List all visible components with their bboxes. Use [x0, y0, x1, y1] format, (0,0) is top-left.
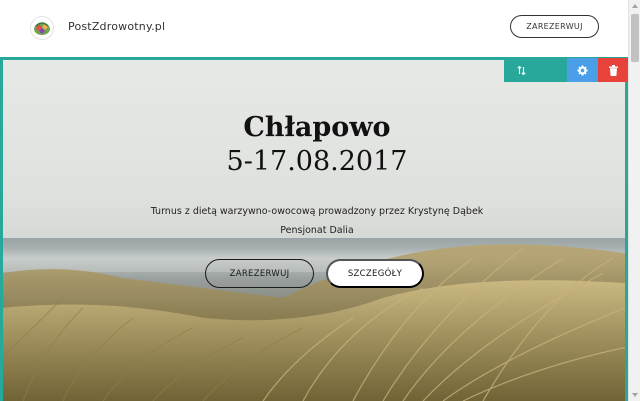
- scroll-up-arrow-icon[interactable]: [629, 0, 640, 12]
- hero-description-line: Turnus z dietą warzywno-owocową prowadzo…: [150, 206, 484, 217]
- hero-section: Chłapowo 5-17.08.2017 Turnus z dietą war…: [0, 57, 628, 401]
- brand-logo[interactable]: [30, 16, 54, 40]
- hero-dates: 5-17.08.2017: [226, 146, 408, 177]
- hero-details-button[interactable]: SZCZEGÓŁY: [326, 259, 424, 288]
- scrollbar-thumb[interactable]: [631, 14, 639, 62]
- hero-location: Pensjonat Dalia: [280, 225, 354, 236]
- header-reserve-button[interactable]: ZAREZERWUJ: [510, 15, 599, 38]
- move-vertical-icon: [517, 65, 526, 75]
- brand-name[interactable]: PostZdrowotny.pl: [68, 20, 165, 33]
- vertical-scrollbar[interactable]: [628, 0, 640, 401]
- move-section-button[interactable]: [504, 58, 567, 82]
- hero-reserve-button[interactable]: ZAREZERWUJ: [205, 259, 314, 288]
- gear-icon: [577, 64, 588, 76]
- section-settings-button[interactable]: [567, 58, 598, 82]
- hero-description: Turnus z dietą warzywno-owocową prowadzo…: [3, 202, 625, 240]
- vegetables-logo-icon: [34, 22, 50, 35]
- trash-icon: [608, 64, 618, 76]
- scroll-down-arrow-icon[interactable]: [629, 389, 640, 401]
- hero-title: Chłapowo: [243, 112, 391, 143]
- section-edit-toolbar: [504, 58, 628, 82]
- delete-section-button[interactable]: [598, 58, 628, 82]
- site-header: PostZdrowotny.pl ZAREZERWUJ: [0, 0, 628, 57]
